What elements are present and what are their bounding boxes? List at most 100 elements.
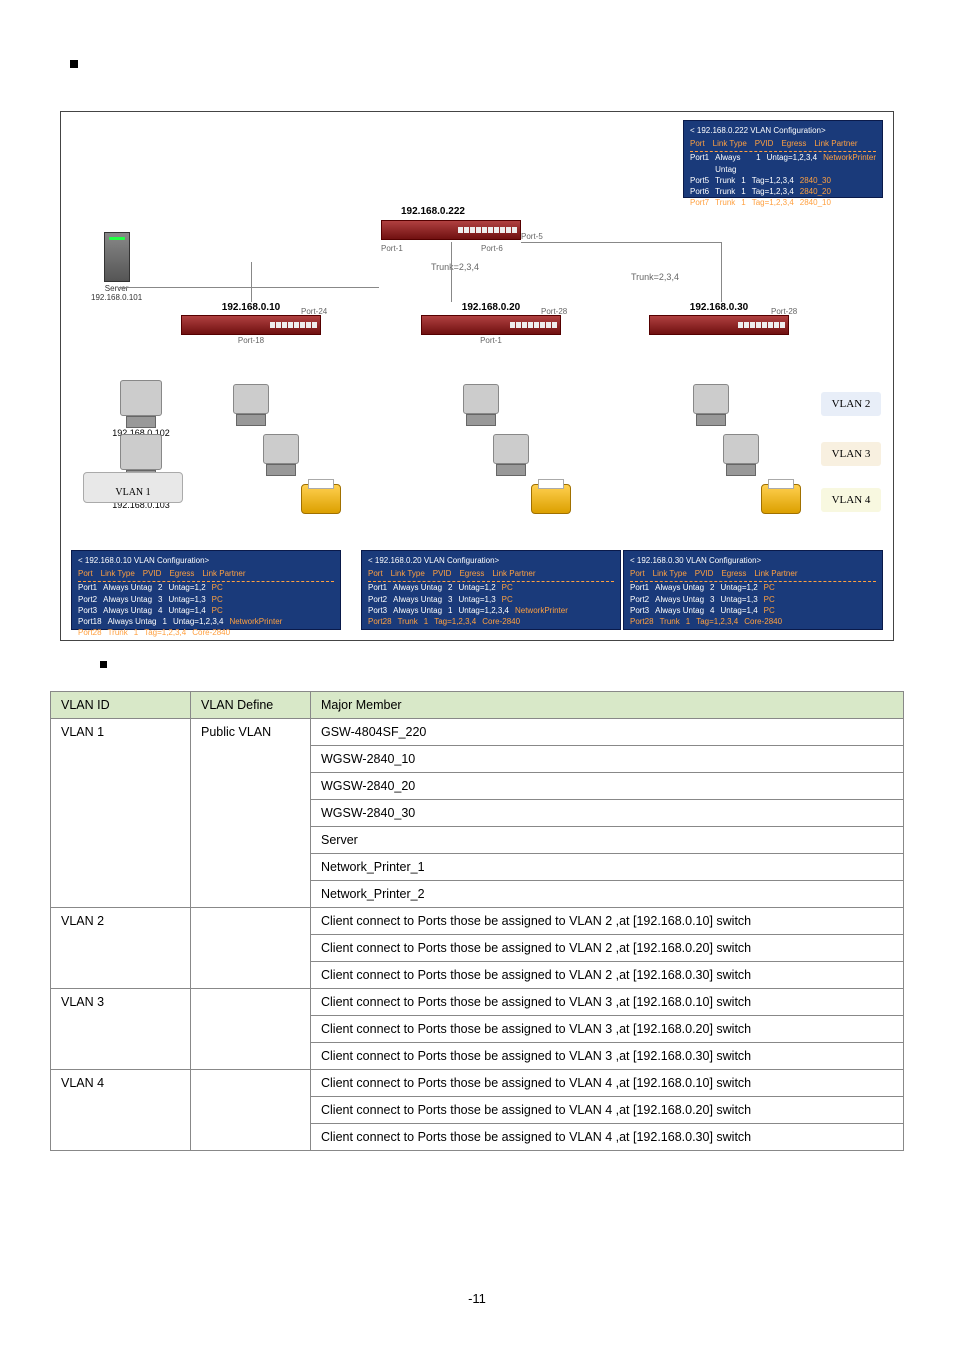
page-number: -11: [50, 1291, 904, 1306]
table-row: VLAN 2Client connect to Ports those be a…: [51, 908, 904, 935]
cell-vlan-define: [191, 989, 311, 1070]
cfg-rows-30: Port1Always Untag2Untag=1,2PCPort2Always…: [630, 582, 876, 627]
cell-member: Client connect to Ports those be assigne…: [311, 1124, 904, 1151]
table-row: VLAN 3Client connect to Ports those be a…: [51, 989, 904, 1016]
table-body: VLAN 1Public VLANGSW-4804SF_220WGSW-2840…: [51, 719, 904, 1151]
network-diagram: < 192.168.0.222 VLAN Configuration> Port…: [60, 111, 894, 641]
switch-20: [421, 315, 561, 335]
cell-vlan-id: VLAN 4: [51, 1070, 191, 1151]
cell-vlan-define: [191, 1070, 311, 1151]
cfg-row: Port3Always Untag4Untag=1,4PC: [78, 605, 334, 616]
ip-label-top: 192.168.0.222: [401, 206, 465, 217]
cell-member: Client connect to Ports those be assigne…: [311, 1097, 904, 1124]
pc-icon: [461, 384, 501, 426]
vlan-badge-1: VLAN 1: [83, 472, 183, 503]
cell-member: Client connect to Ports those be assigne…: [311, 1016, 904, 1043]
server-ip: 192.168.0.101: [91, 293, 142, 302]
pc-node-102: 192.168.0.102: [91, 380, 191, 438]
switch-10: [181, 315, 321, 335]
port-label: Port-28: [771, 307, 797, 316]
ip-label: 192.168.0.30: [649, 302, 789, 313]
server-icon: [104, 232, 130, 282]
port-label: Port-24: [301, 307, 327, 316]
server-node: Server 192.168.0.101: [91, 232, 142, 302]
vlan-badge-2: VLAN 2: [821, 392, 881, 416]
cfg-row: Port3Always Untag4Untag=1,4PC: [630, 605, 876, 616]
port-label: Port-6: [481, 244, 503, 253]
bullet-top: [70, 60, 78, 68]
cell-member: Client connect to Ports those be assigne…: [311, 989, 904, 1016]
trunk-label: Trunk=2,3,4: [431, 262, 479, 272]
pc-icon: [691, 384, 731, 426]
port-label: Port-5: [521, 232, 543, 241]
cell-member: Client connect to Ports those be assigne…: [311, 962, 904, 989]
trunk-label: Trunk=2,3,4: [631, 272, 679, 282]
cfg-rows-10: Port1Always Untag2Untag=1,2PCPort2Always…: [78, 582, 334, 638]
cell-vlan-id: VLAN 1: [51, 719, 191, 908]
cfg-panel-30: < 192.168.0.30 VLAN Configuration> Port …: [623, 550, 883, 630]
cell-vlan-id: VLAN 2: [51, 908, 191, 989]
cfg-row: Port28Trunk1Tag=1,2,3,4Core-2840: [78, 627, 334, 638]
cfg-rows-222: Port1Always Untag1Untag=1,2,3,4NetworkPr…: [690, 152, 876, 208]
link-line: [721, 242, 722, 302]
link-line: [521, 242, 721, 243]
cfg-row: Port2Always Untag3Untag=1,3PC: [368, 594, 614, 605]
th-vlan-define: VLAN Define: [191, 692, 311, 719]
printer-icon: [301, 484, 341, 514]
switch-core: [381, 220, 521, 240]
table-row: VLAN 4Client connect to Ports those be a…: [51, 1070, 904, 1097]
cfg-row: Port1Always Untag1Untag=1,2,3,4NetworkPr…: [690, 152, 876, 174]
cfg-panel-10: < 192.168.0.10 VLAN Configuration> Port …: [71, 550, 341, 630]
link-line: [119, 287, 379, 288]
cfg-row: Port5Trunk1Tag=1,2,3,42840_30: [690, 175, 876, 186]
table-header-row: VLAN ID VLAN Define Major Member: [51, 692, 904, 719]
link-line: [451, 242, 452, 302]
cfg-panel-20: < 192.168.0.20 VLAN Configuration> Port …: [361, 550, 621, 630]
cell-member: Network_Printer_1: [311, 854, 904, 881]
cell-vlan-id: VLAN 3: [51, 989, 191, 1070]
cell-member: Client connect to Ports those be assigne…: [311, 1070, 904, 1097]
printer-icon: [531, 484, 571, 514]
cfg-row: Port2Always Untag3Untag=1,3PC: [78, 594, 334, 605]
table-row: VLAN 1Public VLANGSW-4804SF_220: [51, 719, 904, 746]
cell-member: WGSW-2840_10: [311, 746, 904, 773]
port-label: Port-28: [541, 307, 567, 316]
vlan-table: VLAN ID VLAN Define Major Member VLAN 1P…: [50, 691, 904, 1151]
cfg-row: Port28Trunk1Tag=1,2,3,4Core-2840: [630, 616, 876, 627]
th-vlan-id: VLAN ID: [51, 692, 191, 719]
cell-vlan-define: [191, 908, 311, 989]
cfg-row: Port2Always Untag3Untag=1,3PC: [630, 594, 876, 605]
cell-member: WGSW-2840_30: [311, 800, 904, 827]
cell-member: Client connect to Ports those be assigne…: [311, 1043, 904, 1070]
cfg-row: Port18Always Untag1Untag=1,2,3,4NetworkP…: [78, 616, 334, 627]
pc-icon: [721, 434, 761, 476]
ip-label: 192.168.0.10: [181, 302, 321, 313]
cell-vlan-define: Public VLAN: [191, 719, 311, 908]
port-label: Port-1: [381, 244, 403, 253]
server-label: Server: [91, 284, 142, 293]
cell-member: Client connect to Ports those be assigne…: [311, 935, 904, 962]
cfg-row: Port28Trunk1Tag=1,2,3,4Core-2840: [368, 616, 614, 627]
cell-member: Client connect to Ports those be assigne…: [311, 908, 904, 935]
port-label: Port-18: [238, 336, 264, 345]
th-major-member: Major Member: [311, 692, 904, 719]
cell-member: Network_Printer_2: [311, 881, 904, 908]
cfg-row: Port6Trunk1Tag=1,2,3,42840_20: [690, 186, 876, 197]
vlan-badge-3: VLAN 3: [821, 442, 881, 466]
cfg-row: Port3Always Untag1Untag=1,2,3,4NetworkPr…: [368, 605, 614, 616]
port-label: Port-1: [480, 336, 502, 345]
pc-icon: [491, 434, 531, 476]
pc-icon: [261, 434, 301, 476]
cfg-rows-20: Port1Always Untag2Untag=1,2PCPort2Always…: [368, 582, 614, 627]
cfg-row: Port1Always Untag2Untag=1,2PC: [630, 582, 876, 593]
cfg-row: Port1Always Untag2Untag=1,2PC: [368, 582, 614, 593]
link-line: [251, 262, 252, 302]
cfg-title: < 192.168.0.222 VLAN Configuration>: [690, 125, 876, 136]
cell-member: GSW-4804SF_220: [311, 719, 904, 746]
cfg-row: Port7Trunk1Tag=1,2,3,42840_10: [690, 197, 876, 208]
switch-30: [649, 315, 789, 335]
cfg-head: Port Link Type PVID Egress Link Partner: [690, 138, 876, 152]
ip-label: 192.168.0.20: [421, 302, 561, 313]
cell-member: WGSW-2840_20: [311, 773, 904, 800]
cell-member: Server: [311, 827, 904, 854]
